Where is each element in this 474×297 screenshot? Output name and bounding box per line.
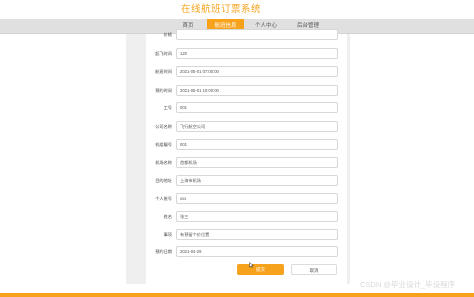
airport-field[interactable]: 首都机场 [176,157,338,168]
flight-time-field[interactable]: 2021-05-01 07:00:00 [176,66,338,77]
booking-time-field[interactable]: 2021-05-01 10:00:00 [176,85,338,96]
form-row-notes: 事项 有预留个价位置 [146,229,347,240]
account-field[interactable]: xxx [176,193,338,204]
form-row-flight-time: 航班时间 2021-05-01 07:00:00 [146,66,347,77]
form-row-airport: 机场名称 首都机场 [146,157,347,168]
form-row-price: 价格 [146,29,347,40]
company-field[interactable]: 飞行航空公司 [176,121,338,132]
field-label: 事项 [163,232,172,237]
field-label: 预约时间 [155,88,172,93]
employee-id-field[interactable]: 001 [176,102,338,113]
field-label: 预约日期 [155,249,172,254]
takeoff-field[interactable]: 120 [176,48,338,59]
field-label: 价格 [163,32,172,37]
form-row-name: 姓名 张三 [146,211,347,222]
field-label: 姓名 [163,214,172,219]
mouse-cursor-icon [249,262,254,268]
field-label: 机场名称 [155,160,172,165]
field-label: 公司名称 [155,124,172,129]
name-field[interactable]: 张三 [176,211,338,222]
form-row-account: 个人账号 xxx [146,193,347,204]
field-label: 机组编号 [155,142,172,147]
booking-date-field[interactable]: 2021-04-29 [176,246,338,257]
watermark: CSDN @毕业设计_毕设程序 [360,280,456,289]
cancel-button[interactable]: 取消 [291,264,337,275]
field-label: 起飞时间 [155,51,172,56]
form-row-booking-time: 预约时间 2021-05-01 10:00:00 [146,85,347,96]
flight-booking-form: 价格 起飞时间 120 航班时间 2021-05-01 07:00:00 预约时… [146,29,347,284]
field-label: 目的地址 [155,178,172,183]
field-label: 个人账号 [155,196,172,201]
form-row-employee-id: 工号 001 [146,102,347,113]
submit-button[interactable]: 提交 [237,264,284,275]
site-title: 在线航班订票系统 [181,4,262,15]
notes-field[interactable]: 有预留个价位置 [176,229,338,240]
form-row-company: 公司名称 飞行航空公司 [146,121,347,132]
form-row-takeoff: 起飞时间 120 [146,48,347,59]
form-row-destination: 目的地址 上海市机场 [146,175,347,186]
field-label: 工号 [163,105,172,110]
price-field[interactable] [176,29,338,40]
crew-id-field[interactable]: 001 [176,139,338,150]
bottom-bar [0,293,474,297]
top-header: 在线航班订票系统 [0,0,474,19]
form-row-booking-date: 预约日期 2021-04-29 [146,246,347,257]
form-row-crew-id: 机组编号 001 [146,139,347,150]
field-label: 航班时间 [155,69,172,74]
destination-field[interactable]: 上海市机场 [176,175,338,186]
